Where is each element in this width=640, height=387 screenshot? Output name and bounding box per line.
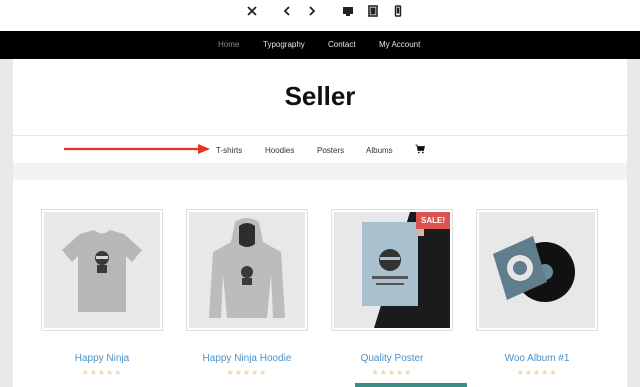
product-card: Happy Ninja Hoodie ★★★★★ bbox=[186, 209, 308, 377]
desktop-icon[interactable] bbox=[340, 3, 356, 19]
product-grid: Happy Ninja ★★★★★ Happy Ninja Hoodie ★★★… bbox=[13, 180, 627, 387]
site-title[interactable]: Seller bbox=[13, 81, 627, 112]
rating-stars: ★★★★★ bbox=[371, 368, 413, 377]
nav-item-contact[interactable]: Contact bbox=[328, 40, 356, 49]
product-name[interactable]: Happy Ninja bbox=[41, 353, 163, 364]
product-name[interactable]: Quality Poster bbox=[331, 353, 453, 364]
nav-item-my-account[interactable]: My Account bbox=[379, 40, 420, 49]
sale-badge: SALE! bbox=[416, 212, 450, 229]
mobile-icon[interactable] bbox=[390, 3, 406, 19]
product-name[interactable]: Happy Ninja Hoodie bbox=[186, 353, 308, 364]
product-card: Woo Album #1 ★★★★★ bbox=[476, 209, 598, 377]
nav-item-home[interactable]: Home bbox=[218, 40, 239, 49]
album-image bbox=[479, 212, 595, 328]
header-divider bbox=[13, 135, 627, 136]
tablet-icon[interactable] bbox=[365, 3, 381, 19]
product-image-frame[interactable] bbox=[186, 209, 308, 331]
nav-item-typography[interactable]: Typography bbox=[263, 40, 305, 49]
product-image-frame[interactable] bbox=[476, 209, 598, 331]
category-tshirts[interactable]: T-shirts bbox=[216, 146, 242, 155]
left-gutter bbox=[0, 59, 13, 387]
annotation-arrow bbox=[64, 144, 210, 154]
category-hoodies[interactable]: Hoodies bbox=[265, 146, 294, 155]
product-card: Happy Ninja ★★★★★ bbox=[41, 209, 163, 377]
rating-stars: ★★★★★ bbox=[81, 368, 123, 377]
tshirt-image bbox=[44, 212, 160, 328]
product-card: SALE! Quality Poster ★★★★★ bbox=[331, 209, 453, 377]
category-posters[interactable]: Posters bbox=[317, 146, 344, 155]
product-image-frame[interactable] bbox=[41, 209, 163, 331]
hoodie-image bbox=[189, 212, 305, 328]
right-gutter bbox=[627, 59, 640, 387]
cart-icon[interactable] bbox=[415, 144, 425, 154]
active-product-indicator bbox=[355, 383, 467, 387]
close-icon[interactable] bbox=[244, 3, 260, 19]
rating-stars: ★★★★★ bbox=[516, 368, 558, 377]
category-albums[interactable]: Albums bbox=[366, 146, 393, 155]
product-image-frame[interactable]: SALE! bbox=[331, 209, 453, 331]
forward-icon[interactable] bbox=[304, 3, 320, 19]
preview-toolbar bbox=[0, 0, 640, 31]
rating-stars: ★★★★★ bbox=[226, 368, 268, 377]
product-name[interactable]: Woo Album #1 bbox=[476, 353, 598, 364]
top-navigation: Home Typography Contact My Account bbox=[0, 31, 640, 59]
back-icon[interactable] bbox=[279, 3, 295, 19]
poster-image bbox=[334, 212, 450, 328]
